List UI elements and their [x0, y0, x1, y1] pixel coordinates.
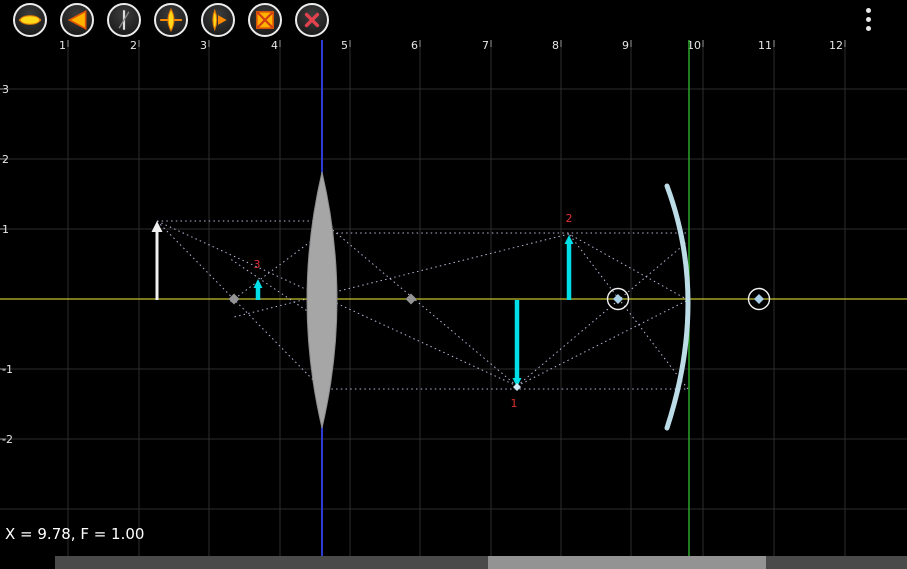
bottom-navigation-highlight[interactable] [488, 556, 766, 569]
toolbar-button-horizontal-lens[interactable] [13, 3, 47, 37]
kebab-menu-icon [866, 26, 871, 31]
image-point-marker [513, 383, 521, 391]
horizontal-lens-icon [17, 7, 43, 33]
image-label-2: 2 [566, 212, 573, 225]
status-readout: X = 9.78, F = 1.00 [5, 525, 144, 543]
x-axis-label: 3 [200, 39, 207, 52]
overflow-menu-button[interactable] [861, 5, 876, 34]
light-ray [569, 234, 688, 389]
light-ray [517, 300, 688, 386]
image-label-1: 1 [511, 397, 518, 410]
toolbar-buttons [13, 3, 329, 37]
light-ray [157, 221, 322, 389]
bottom-navigation-bar [55, 556, 907, 569]
light-ray [517, 243, 686, 386]
y-axis-label: -2 [2, 433, 13, 446]
x-axis-label: 5 [341, 39, 348, 52]
scene-canvas[interactable]: 123456789101112321-1-2123 [0, 0, 907, 569]
convex-lens[interactable] [307, 172, 337, 428]
x-axis-label: 6 [411, 39, 418, 52]
y-axis-label: 1 [2, 223, 9, 236]
x-axis-label: 8 [552, 39, 559, 52]
converging-lens-icon [158, 7, 184, 33]
y-axis-label: 3 [2, 83, 9, 96]
toolbar-button-converging-lens[interactable] [154, 3, 188, 37]
toolbar [0, 0, 907, 40]
prism-icon [64, 7, 90, 33]
x-axis-label: 2 [130, 39, 137, 52]
toolbar-button-prism[interactable] [60, 3, 94, 37]
concave-mirror[interactable] [667, 186, 688, 428]
x-axis-label: 9 [622, 39, 629, 52]
y-axis-label: 2 [2, 153, 9, 166]
toolbar-button-delete[interactable] [295, 3, 329, 37]
image-arrow-2-head [565, 235, 574, 244]
focal-point-marker[interactable] [406, 294, 417, 305]
delete-icon [299, 7, 325, 33]
beam-source-icon [205, 7, 231, 33]
x-axis-label: 12 [829, 39, 843, 52]
focal-point-marker[interactable] [754, 294, 764, 304]
toolbar-button-beam-source[interactable] [201, 3, 235, 37]
x-axis-label: 7 [482, 39, 489, 52]
object-arrow-head [152, 221, 163, 232]
x-axis-label: 4 [271, 39, 278, 52]
kebab-menu-icon [866, 17, 871, 22]
light-ray [569, 234, 688, 300]
x-axis-label: 1 [59, 39, 66, 52]
x-axis-label: 11 [758, 39, 772, 52]
curved-mirror-icon [252, 7, 278, 33]
plane-mirror-icon [111, 7, 137, 33]
kebab-menu-icon [866, 8, 871, 13]
image-arrow-3-head [254, 279, 263, 288]
app-window: 123456789101112321-1-2123 X = 9.78, F = … [0, 0, 907, 569]
toolbar-button-plane-mirror[interactable] [107, 3, 141, 37]
image-label-3: 3 [254, 258, 261, 271]
toolbar-button-curved-mirror[interactable] [248, 3, 282, 37]
y-axis-label: -1 [2, 363, 13, 376]
